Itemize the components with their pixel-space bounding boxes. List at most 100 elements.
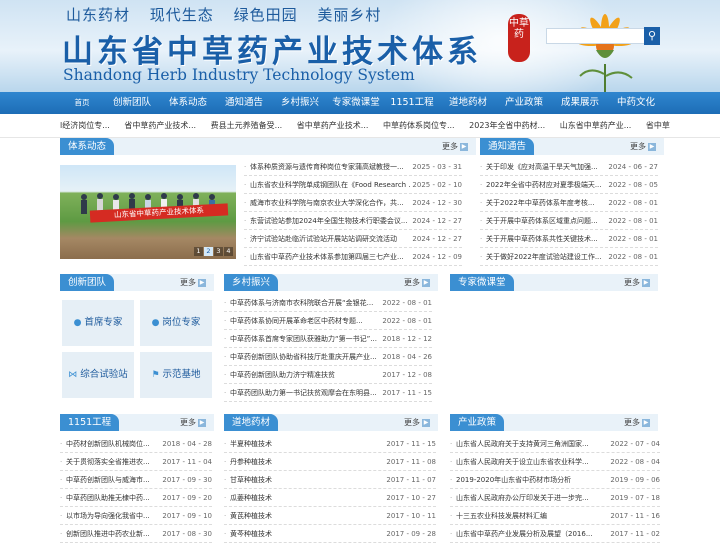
list-item[interactable]: · 关于印发《应对高温干旱天气加强... 2024 - 06 - 27 (480, 158, 658, 176)
item-date: 2017 - 11 - 02 (610, 530, 660, 538)
ticker-item[interactable]: 省中草药产业技术... (297, 114, 369, 137)
item-title: 以市场为导向强化我省中... (66, 512, 150, 520)
item-title: 2019-2020年山东省中药材市场分析 (456, 476, 572, 484)
list-item[interactable]: · 中草药体系与济南市农科院联合开展“金银花... 2022 - 08 - 01 (224, 294, 432, 312)
list-item[interactable]: · 中草药体系协同开展革命老区中药材专题... 2022 - 08 - 01 (224, 312, 432, 330)
team-more-link[interactable]: 更多 ▶ (180, 274, 206, 291)
more-label: 更多 (442, 142, 458, 151)
pager-dot-active[interactable]: 2 (204, 247, 213, 256)
nav-notice[interactable]: 通知通告 (216, 92, 272, 114)
project1151-more-link[interactable]: 更多 ▶ (180, 414, 206, 431)
list-item[interactable]: · 创新团队推进中药农业新... 2017 - 08 - 30 (60, 525, 212, 543)
news-more-link[interactable]: 更多 ▶ (442, 138, 468, 155)
news-photo[interactable]: 山东省中草药产业技术体系 1 2 3 4 (60, 165, 236, 259)
list-item[interactable]: · 中草药创新团队助力济宁精准扶贫 2017 - 12 - 08 (224, 366, 432, 384)
notice-title: 通知通告 (480, 138, 535, 155)
item-date: 2019 - 09 - 06 (610, 476, 660, 484)
slogan-1: 山东药材 (66, 6, 131, 24)
more-arrow-icon: ▶ (198, 418, 206, 427)
nav-lecture[interactable]: 专家微课堂 (328, 92, 384, 114)
slogan-2: 现代生态 (149, 6, 214, 24)
list-item[interactable]: · 关于贯彻落实全省推进农... 2017 - 11 - 04 (60, 453, 212, 471)
list-item[interactable]: · 中草药创新团队协助省科技厅赴重庆开展产业... 2018 - 04 - 26 (224, 348, 432, 366)
item-title: 山东省农业科学院单成钢团队在《Food Research ... (250, 181, 410, 189)
ticker-item[interactable]: 省中草 (646, 114, 670, 137)
pager-dot[interactable]: 3 (214, 247, 223, 256)
ticker-item[interactable]: 2023年全省中药材... (469, 114, 545, 137)
nav-1151[interactable]: 1151工程 (384, 92, 440, 114)
item-title: 中草药创新团队协助省科技厅赴重庆开展产业... (230, 353, 377, 361)
list-item[interactable]: · 中药材创新团队机械岗位... 2018 - 04 - 28 (60, 435, 212, 453)
list-item[interactable]: · 山东省人民政府关于支持黄河三角洲国家... 2022 - 07 - 04 (450, 435, 660, 453)
list-item[interactable]: · 瓜蒌种植技术 2017 - 10 - 27 (224, 489, 436, 507)
nav-results[interactable]: 成果展示 (552, 92, 608, 114)
tile-demo-base[interactable]: ⚑ 示范基地 (140, 352, 212, 398)
notice-list: · 关于印发《应对高温干旱天气加强... 2024 - 06 - 27 · 2022年… (480, 158, 658, 266)
list-item[interactable]: · 山东省农业科学院单成钢团队在《Food Research ... 2025 - … (244, 176, 462, 194)
list-item[interactable]: · 济宁试验站赴临沂试验站开展站站调研交流活动 2024 - 12 - 27 (244, 230, 462, 248)
nav-culture[interactable]: 中药文化 (608, 92, 664, 114)
item-date: 2024 - 06 - 27 (608, 163, 658, 171)
pager-dot[interactable]: 4 (224, 247, 233, 256)
tile-post-expert[interactable]: ● 岗位专家 (140, 300, 212, 346)
nav-herbs[interactable]: 道地药材 (440, 92, 496, 114)
list-item[interactable]: · 十三五农业科技发展材料汇编 2017 - 11 - 16 (450, 507, 660, 525)
bullet-icon: · (224, 299, 227, 307)
nav-team[interactable]: 创新团队 (104, 92, 160, 114)
ticker-item[interactable]: 省中草药产业技术... (124, 114, 196, 137)
news-ticker: l经济岗位专... 省中草药产业技术... 费县土元养殖备受... 省中草药产业… (0, 114, 720, 138)
herbs-more-link[interactable]: 更多 ▶ (404, 414, 430, 431)
list-item[interactable]: · 黄芪种植技术 2017 - 10 - 11 (224, 507, 436, 525)
ticker-item[interactable]: l经济岗位专... (60, 114, 110, 137)
main-nav: 首页 创新团队 体系动态 通知通告 乡村振兴 专家微课堂 1151工程 道地药材… (0, 92, 720, 114)
search-button[interactable]: ⚲ (644, 27, 660, 45)
list-item[interactable]: · 关于2022年中草药体系年度考核... 2022 - 08 - 01 (480, 194, 658, 212)
list-item[interactable]: · 中草药团队助力第一书记扶贫观摩会在东明县... 2017 - 11 - 15 (224, 384, 432, 402)
list-item[interactable]: · 中草药体系首席专家团队获雅助力“第一书记”... 2018 - 12 - 12 (224, 330, 432, 348)
rural-more-link[interactable]: 更多 ▶ (404, 274, 430, 291)
lecture-more-link[interactable]: 更多 ▶ (624, 274, 650, 291)
list-item[interactable]: · 关于做好2022年度试验站建设工作... 2022 - 08 - 01 (480, 248, 658, 266)
tile-test-station[interactable]: ⋈ 综合试验站 (62, 352, 134, 398)
bullet-icon: · (480, 199, 483, 207)
list-item[interactable]: · 甘草种植技术 2017 - 11 - 07 (224, 471, 436, 489)
bullet-icon: · (224, 317, 227, 325)
pager-dot[interactable]: 1 (194, 247, 203, 256)
bullet-icon: · (244, 253, 247, 261)
slogan-3: 绿色田园 (233, 6, 298, 24)
bullet-icon: · (450, 440, 453, 448)
item-title: 山东省中草药产业技术体系参加第四届三七产业... (250, 253, 404, 261)
bullet-icon: · (60, 494, 63, 502)
tile-chief-expert[interactable]: ● 首席专家 (62, 300, 134, 346)
ticker-item[interactable]: 费县土元养殖备受... (211, 114, 283, 137)
list-item[interactable]: · 丹参种植技术 2017 - 11 - 08 (224, 453, 436, 471)
more-arrow-icon: ▶ (642, 418, 650, 427)
list-item[interactable]: · 山东省中草药产业发展分析及展望（2016... 2017 - 11 - 02 (450, 525, 660, 543)
list-item[interactable]: · 中草药创新团队与威海市... 2017 - 09 - 30 (60, 471, 212, 489)
nav-home[interactable]: 首页 (60, 92, 104, 114)
list-item[interactable]: · 中草药团队助推无棣中药... 2017 - 09 - 20 (60, 489, 212, 507)
policy-more-link[interactable]: 更多 ▶ (624, 414, 650, 431)
list-item[interactable]: · 威海市农业科学院与南京农业大学深化合作，共... 2024 - 12 - 30 (244, 194, 462, 212)
list-item[interactable]: · 关于开展中草药体系共性关键技术... 2022 - 08 - 01 (480, 230, 658, 248)
notice-more-link[interactable]: 更多 ▶ (630, 138, 656, 155)
list-item[interactable]: · 半夏种植技术 2017 - 11 - 15 (224, 435, 436, 453)
list-item[interactable]: · 2022年全省中药材应对夏季极端天... 2022 - 08 - 05 (480, 176, 658, 194)
nav-news[interactable]: 体系动态 (160, 92, 216, 114)
list-item[interactable]: · 2019-2020年山东省中药材市场分析 2019 - 09 - 06 (450, 471, 660, 489)
nav-rural[interactable]: 乡村振兴 (272, 92, 328, 114)
list-item[interactable]: · 山东省人民政府关于设立山东省农业科学... 2022 - 08 - 04 (450, 453, 660, 471)
project1151-list: · 中药材创新团队机械岗位... 2018 - 04 - 28 · 关于贯彻落实全省推… (60, 435, 212, 543)
list-item[interactable]: · 黄芩种植技术 2017 - 09 - 28 (224, 525, 436, 543)
ticker-item[interactable]: 中草药体系岗位专... (383, 114, 455, 137)
nav-policy[interactable]: 产业政策 (496, 92, 552, 114)
list-item[interactable]: · 以市场为导向强化我省中... 2017 - 09 - 10 (60, 507, 212, 525)
list-item[interactable]: · 东营试验站参加2024年全国生物技术行职委会议... 2024 - 12 - 2… (244, 212, 462, 230)
list-item[interactable]: · 山东省中草药产业技术体系参加第四届三七产业... 2024 - 12 - 09 (244, 248, 462, 266)
search-input[interactable] (546, 28, 646, 44)
item-title: 关于开展中草药体系共性关键技术... (486, 235, 598, 243)
list-item[interactable]: · 关于开展中草药体系区域重点问题... 2022 - 08 - 01 (480, 212, 658, 230)
ticker-item[interactable]: 山东省中草药产业... (560, 114, 632, 137)
list-item[interactable]: · 山东省人民政府办公厅印发关于进一步完... 2019 - 07 - 18 (450, 489, 660, 507)
list-item[interactable]: · 体系种质资源与遗传育种岗位专家蒲高斌教授一... 2025 - 03 - 31 (244, 158, 462, 176)
